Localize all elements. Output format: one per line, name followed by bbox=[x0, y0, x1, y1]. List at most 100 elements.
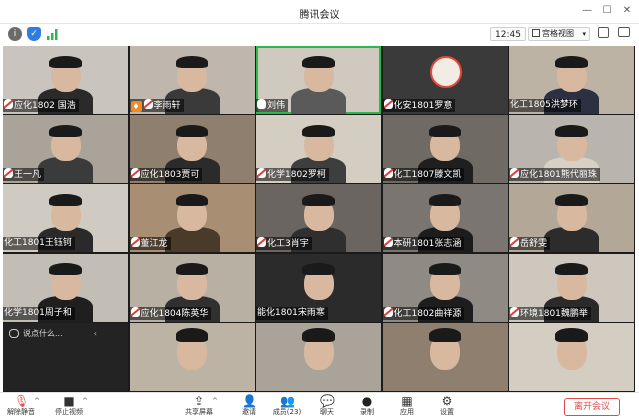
participant-video bbox=[38, 157, 93, 184]
chat-hint-text: 说点什么... bbox=[23, 328, 63, 338]
participant-nameplate: 化工1805洪梦环 bbox=[509, 99, 581, 112]
video-tile[interactable]: 化工1805洪梦环 bbox=[509, 46, 634, 114]
control-label: 应用 bbox=[400, 408, 414, 416]
video-tile-cropped[interactable]: 说点什么... ‹ bbox=[3, 322, 128, 391]
participant-name: 化工1805洪梦环 bbox=[510, 100, 578, 110]
participant-name: 化学1801周子和 bbox=[4, 307, 72, 318]
video-tile[interactable]: 化工1807滕文凯 bbox=[382, 115, 508, 184]
video-tile[interactable]: 应化1803贾可 bbox=[129, 115, 255, 184]
participant-name: 董江龙 bbox=[140, 239, 168, 250]
popout-icon[interactable] bbox=[618, 27, 630, 37]
participant-nameplate: 化工3肖宇 bbox=[256, 237, 312, 251]
close-button[interactable]: ✕ bbox=[618, 3, 636, 19]
share-screen-button[interactable]: ⇪ 共享屏幕 ^ bbox=[182, 394, 218, 419]
video-tile[interactable]: 化工1802曲祥源 bbox=[382, 253, 508, 322]
members-button[interactable]: 👥 成员(23) bbox=[270, 395, 304, 419]
mic-muted-icon bbox=[510, 306, 519, 317]
mic-muted-icon bbox=[4, 168, 13, 179]
mic-muted-icon: 🎙 bbox=[14, 394, 30, 408]
invite-button[interactable]: 👤 邀请 bbox=[232, 395, 266, 419]
video-tile[interactable]: 王一凡 bbox=[3, 115, 128, 184]
leave-meeting-button[interactable]: 离开会议 bbox=[564, 398, 620, 416]
minimize-button[interactable]: — bbox=[578, 3, 596, 19]
video-tile[interactable]: ♦ 李雨轩 bbox=[129, 46, 255, 114]
video-tile-cropped[interactable] bbox=[509, 322, 634, 391]
video-tile[interactable]: 董江龙 bbox=[129, 184, 255, 253]
mic-muted-icon bbox=[510, 168, 519, 179]
video-tile[interactable]: 应化1801熊代丽珠 bbox=[509, 115, 634, 184]
maximize-button[interactable]: ☐ bbox=[598, 3, 616, 19]
video-tile[interactable]: 化学1801周子和 bbox=[3, 253, 128, 322]
chevron-down-icon: ▾ bbox=[582, 30, 586, 38]
meeting-clock: 12:45 bbox=[490, 27, 526, 41]
participant-nameplate: 化安1801罗意 bbox=[382, 99, 456, 112]
participant-hair bbox=[555, 55, 588, 68]
video-tile[interactable]: 能化1801宋雨寒 bbox=[256, 253, 381, 322]
mic-muted-icon bbox=[383, 237, 393, 248]
mic-muted-icon bbox=[130, 237, 140, 248]
share-screen-icon: ⇪ bbox=[193, 394, 205, 408]
video-tile[interactable]: 化工1801王钰钶 bbox=[3, 184, 128, 253]
apps-button[interactable]: ▦ 应用 bbox=[390, 395, 424, 419]
video-tile[interactable]: 岳舒雯 bbox=[509, 184, 634, 253]
mic-muted-icon bbox=[4, 99, 13, 109]
participant-nameplate: 岳舒雯 bbox=[509, 237, 551, 251]
info-icon[interactable]: i bbox=[8, 27, 22, 41]
participant-nameplate: 应化1803贾可 bbox=[129, 168, 203, 182]
control-label: 设置 bbox=[440, 408, 454, 416]
control-label: 共享屏幕 bbox=[185, 408, 213, 416]
fullscreen-icon[interactable] bbox=[598, 27, 609, 38]
invite-icon: 👤 bbox=[242, 394, 257, 408]
video-tile-cropped[interactable] bbox=[129, 322, 255, 391]
chevron-up-icon[interactable]: ^ bbox=[82, 397, 88, 405]
signal-icon[interactable] bbox=[46, 27, 60, 41]
settings-button[interactable]: ⚙ 设置 bbox=[430, 395, 464, 419]
meeting-toolbar: i ✓ 12:45 宫格视图 ▾ bbox=[0, 24, 639, 44]
apps-icon: ▦ bbox=[401, 394, 413, 408]
video-tile[interactable]: 化工3肖宇 bbox=[256, 184, 381, 253]
mic-muted-icon bbox=[130, 168, 140, 179]
video-tile[interactable]: 刘伟 bbox=[256, 46, 381, 114]
control-label: 聊天 bbox=[320, 408, 334, 416]
participant-hair bbox=[302, 328, 335, 342]
chat-input-hint[interactable]: 说点什么... ‹ bbox=[7, 327, 97, 340]
chevron-up-icon[interactable]: ^ bbox=[212, 397, 218, 405]
shield-icon[interactable]: ✓ bbox=[27, 27, 41, 41]
participant-nameplate: 化工1807滕文凯 bbox=[382, 168, 465, 182]
participant-name: 化工1801王钰钶 bbox=[4, 238, 72, 249]
video-tile[interactable]: 化学1802罗柯 bbox=[256, 115, 381, 184]
video-tile[interactable]: 应化1802 国浩 bbox=[3, 46, 128, 114]
mic-on-icon bbox=[257, 99, 266, 109]
settings-icon: ⚙ bbox=[441, 394, 453, 408]
video-tile[interactable]: 环境1801魏鹏举 bbox=[509, 253, 634, 322]
participant-hair bbox=[302, 193, 335, 207]
video-tile[interactable]: 应化1804陈英华 bbox=[129, 253, 255, 322]
participant-nameplate: 化工1802曲祥源 bbox=[382, 306, 465, 320]
record-button[interactable]: ● 录制 bbox=[350, 395, 384, 419]
participant-nameplate: 应化1801熊代丽珠 bbox=[509, 168, 600, 182]
members-icon: 👥 bbox=[280, 394, 295, 408]
chat-button[interactable]: 💬 聊天 bbox=[310, 395, 344, 419]
window-title: 腾讯会议 bbox=[299, 10, 340, 21]
view-mode-dropdown[interactable]: 宫格视图 ▾ bbox=[528, 27, 590, 41]
video-button[interactable]: ■ 停止视频 ^ bbox=[52, 395, 88, 419]
video-tile-cropped[interactable] bbox=[256, 322, 381, 391]
host-icon: ♦ bbox=[130, 101, 142, 112]
video-tile-cropped[interactable] bbox=[382, 322, 508, 391]
participant-nameplate: 应化1804陈英华 bbox=[129, 306, 212, 320]
participant-hair bbox=[302, 263, 335, 276]
participant-name: 能化1801宋雨寒 bbox=[257, 307, 325, 318]
mic-muted-icon bbox=[257, 237, 266, 248]
participant-name: 化工3肖宇 bbox=[267, 239, 309, 250]
control-label: 录制 bbox=[360, 408, 374, 416]
title-bar: 腾讯会议 — ☐ ✕ bbox=[0, 0, 639, 24]
mic-muted-button[interactable]: 🎙 解除静音 ^ bbox=[4, 394, 40, 419]
video-tile[interactable]: 本研1801张志涵 bbox=[382, 184, 508, 253]
chevron-up-icon[interactable]: ^ bbox=[34, 397, 40, 405]
video-tile[interactable]: 化安1801罗意 bbox=[382, 46, 508, 114]
mic-muted-icon bbox=[143, 99, 153, 109]
mic-muted-icon bbox=[383, 168, 393, 179]
participant-hair bbox=[175, 193, 209, 207]
control-label: 邀请 bbox=[242, 408, 256, 416]
participant-hair bbox=[49, 193, 82, 207]
